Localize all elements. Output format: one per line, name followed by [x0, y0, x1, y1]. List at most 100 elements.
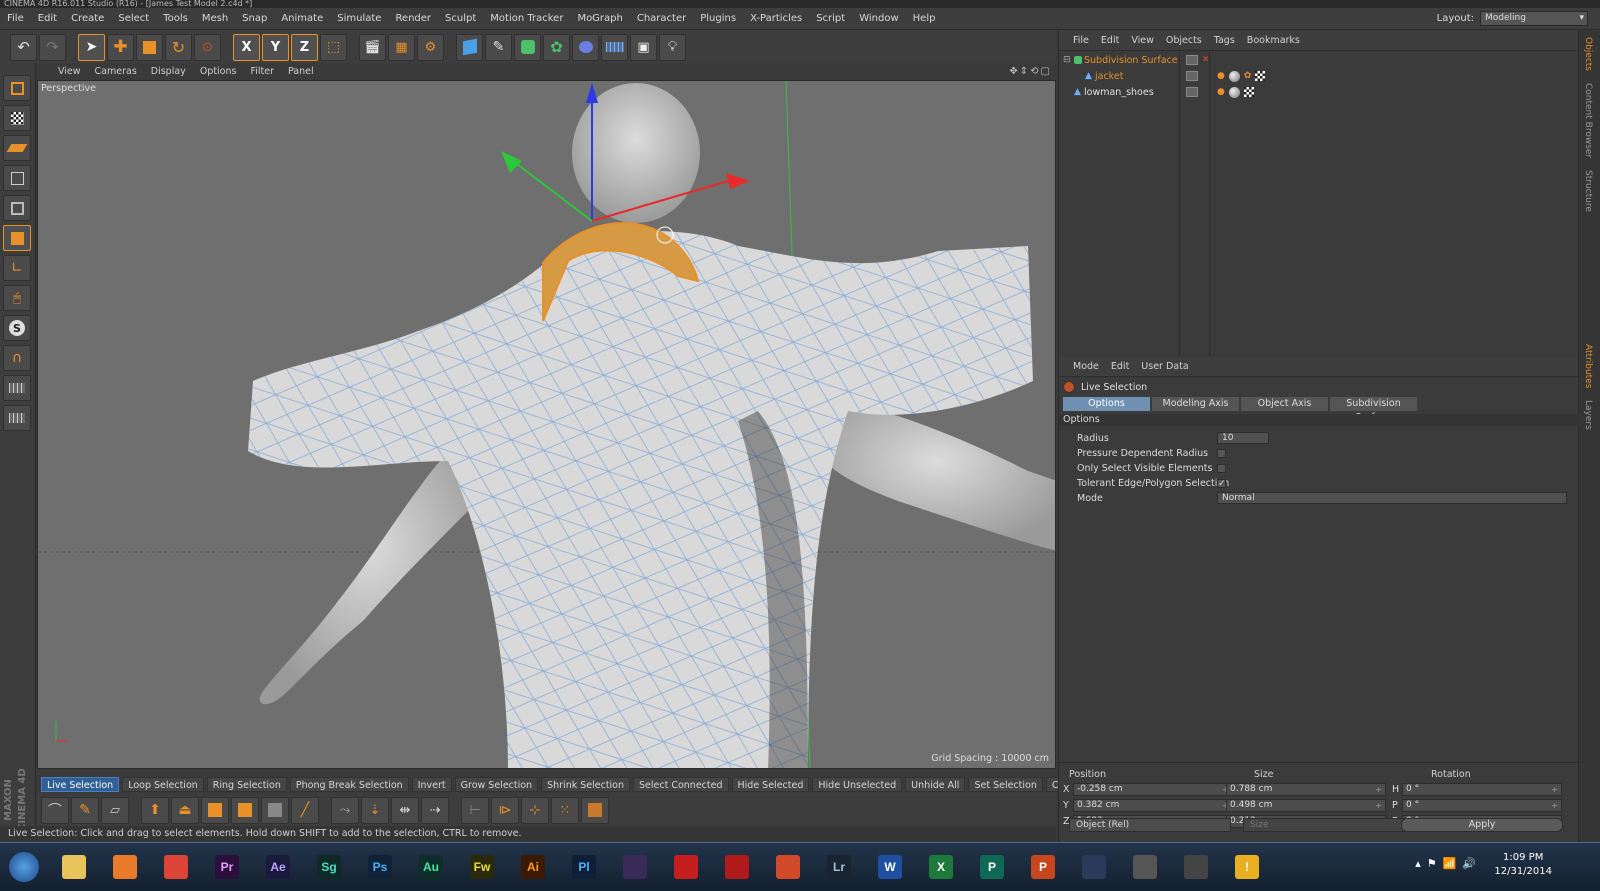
menu-mograph[interactable]: MoGraph: [570, 8, 629, 30]
pressure-radius-checkbox[interactable]: [1217, 449, 1226, 458]
selection-tag-icon[interactable]: ●: [1217, 87, 1225, 97]
render-picture-viewer-button[interactable]: ▦: [388, 33, 415, 61]
coordinate-mode-dropdown[interactable]: Object (Rel): [1069, 818, 1231, 832]
attributes-menu-mode[interactable]: Mode: [1067, 357, 1105, 377]
extrude-inner-button[interactable]: [201, 796, 229, 824]
taskbar-app-button[interactable]: [105, 849, 145, 885]
taskbar-app-button[interactable]: Pr: [207, 849, 247, 885]
object-row[interactable]: ▲ lowman_shoes ●: [1059, 84, 1579, 100]
menu-simulate[interactable]: Simulate: [330, 8, 388, 30]
texture-mode-button[interactable]: [3, 105, 31, 131]
taskbar-app-button[interactable]: [615, 849, 655, 885]
visible-elements-checkbox[interactable]: [1217, 464, 1226, 473]
taskbar-app-button[interactable]: Sg: [309, 849, 349, 885]
taskbar-app-button[interactable]: Pl: [564, 849, 604, 885]
menu-help[interactable]: Help: [906, 8, 943, 30]
viewport-menu-cameras[interactable]: Cameras: [88, 64, 144, 80]
objects-menu-tags[interactable]: Tags: [1208, 31, 1241, 51]
render-view-button[interactable]: 🎬︎: [359, 33, 386, 61]
x-axis-lock-button[interactable]: X: [233, 33, 260, 61]
visibility-toggle[interactable]: [1186, 55, 1198, 65]
taskbar-app-button[interactable]: !: [1227, 849, 1267, 885]
add-generator-button[interactable]: [514, 33, 541, 61]
menu-character[interactable]: Character: [630, 8, 693, 30]
redo-button[interactable]: ↷: [39, 33, 66, 61]
symmetry-tool-button[interactable]: ⧐: [491, 796, 519, 824]
add-array-button[interactable]: ✿: [543, 33, 570, 61]
phong-tag-icon[interactable]: [1228, 86, 1240, 98]
taskbar-app-button[interactable]: [156, 849, 196, 885]
add-camera-button[interactable]: ▣: [630, 33, 657, 61]
edges-mode-button[interactable]: [3, 195, 31, 221]
menu-render[interactable]: Render: [388, 8, 438, 30]
menu-sculpt[interactable]: Sculpt: [438, 8, 483, 30]
tab-attributes[interactable]: Attributes: [1579, 338, 1597, 394]
render-settings-button[interactable]: ⚙: [417, 33, 444, 61]
object-name[interactable]: jacket: [1095, 71, 1123, 82]
taskbar-app-button[interactable]: P: [972, 849, 1012, 885]
menu-mesh[interactable]: Mesh: [195, 8, 235, 30]
locked-workplane-button[interactable]: [3, 375, 31, 401]
system-tray-icons[interactable]: ▴⚑📶🔊: [1415, 857, 1482, 870]
menu-edit[interactable]: Edit: [31, 8, 64, 30]
tweak-mode-button[interactable]: 🖱︎: [3, 285, 31, 311]
expand-icon[interactable]: ⊟: [1063, 55, 1071, 65]
axis-mode-button[interactable]: ∟: [3, 255, 31, 281]
coordinate-field[interactable]: 0 °: [1402, 783, 1562, 796]
command-set-selection[interactable]: Set Selection: [968, 776, 1043, 792]
bevel-tool-button[interactable]: ⏏: [171, 796, 199, 824]
selection-tag-icon[interactable]: ●: [1217, 71, 1225, 81]
add-spline-button[interactable]: ✎: [485, 33, 512, 61]
viewport-menu-panel[interactable]: Panel: [281, 64, 321, 80]
viewport-menu-display[interactable]: Display: [144, 64, 193, 80]
menu-select[interactable]: Select: [111, 8, 156, 30]
texture-tag-icon[interactable]: [1243, 87, 1254, 97]
clone-grid-button[interactable]: ⁙: [551, 796, 579, 824]
extrude-tool-button[interactable]: ⬆: [141, 796, 169, 824]
object-row[interactable]: ⊟ Subdivision Surface ✕: [1059, 52, 1579, 68]
objects-menu-file[interactable]: File: [1067, 31, 1095, 51]
taskbar-app-button[interactable]: [768, 849, 808, 885]
perspective-viewport[interactable]: Perspective Grid Spacing : 10000 cm: [37, 80, 1056, 769]
command-hide-selected[interactable]: Hide Selected: [731, 776, 810, 792]
command-grow-selection[interactable]: Grow Selection: [454, 776, 539, 792]
menu-script[interactable]: Script: [809, 8, 852, 30]
taskbar-app-button[interactable]: [717, 849, 757, 885]
scale-tool-button[interactable]: [136, 33, 163, 61]
snap-button[interactable]: S: [3, 315, 31, 341]
make-editable-button[interactable]: [3, 75, 31, 101]
tab-structure[interactable]: Structure: [1579, 164, 1597, 218]
object-name[interactable]: Subdivision Surface: [1084, 55, 1178, 66]
visibility-toggle[interactable]: [1186, 87, 1198, 97]
tolerant-selection-checkbox[interactable]: ✓: [1217, 479, 1226, 489]
workplane-mode-button[interactable]: [3, 135, 31, 161]
taskbar-app-button[interactable]: Ae: [258, 849, 298, 885]
radius-field[interactable]: 10: [1217, 432, 1269, 444]
add-deformer-button[interactable]: [572, 33, 599, 61]
size-mode-dropdown[interactable]: Size: [1243, 818, 1405, 832]
layout-dropdown[interactable]: Modeling: [1480, 11, 1588, 26]
mode-dropdown[interactable]: Normal: [1217, 492, 1567, 504]
live-selection-tool-button[interactable]: ➤: [78, 33, 105, 61]
enable-checkmark-icon[interactable]: ✕: [1202, 55, 1210, 65]
taskbar-app-button[interactable]: [1176, 849, 1216, 885]
mirror-tool-button[interactable]: ⊢: [461, 796, 489, 824]
viewport-menu-options[interactable]: Options: [193, 64, 244, 80]
taskbar-app-button[interactable]: Lr: [819, 849, 859, 885]
magnet-button[interactable]: ∩: [3, 345, 31, 371]
menu-plugins[interactable]: Plugins: [693, 8, 743, 30]
polygons-mode-button[interactable]: [3, 225, 31, 251]
taskbar-app-button[interactable]: X: [921, 849, 961, 885]
command-ring-selection[interactable]: Ring Selection: [206, 776, 287, 792]
taskbar-app-button[interactable]: [1125, 849, 1165, 885]
objects-menu-edit[interactable]: Edit: [1095, 31, 1125, 51]
menu-file[interactable]: File: [0, 8, 31, 30]
taskbar-app-button[interactable]: [666, 849, 706, 885]
tab-object-axis[interactable]: Object Axis: [1241, 396, 1328, 411]
move-tool-button[interactable]: ✚: [107, 33, 134, 61]
tab-modeling-axis[interactable]: Modeling Axis: [1152, 396, 1239, 411]
taskbar-app-button[interactable]: Ai: [513, 849, 553, 885]
attributes-menu-user-data[interactable]: User Data: [1135, 357, 1194, 377]
command-unhide-all[interactable]: Unhide All: [905, 776, 966, 792]
objects-menu-bookmarks[interactable]: Bookmarks: [1241, 31, 1306, 51]
